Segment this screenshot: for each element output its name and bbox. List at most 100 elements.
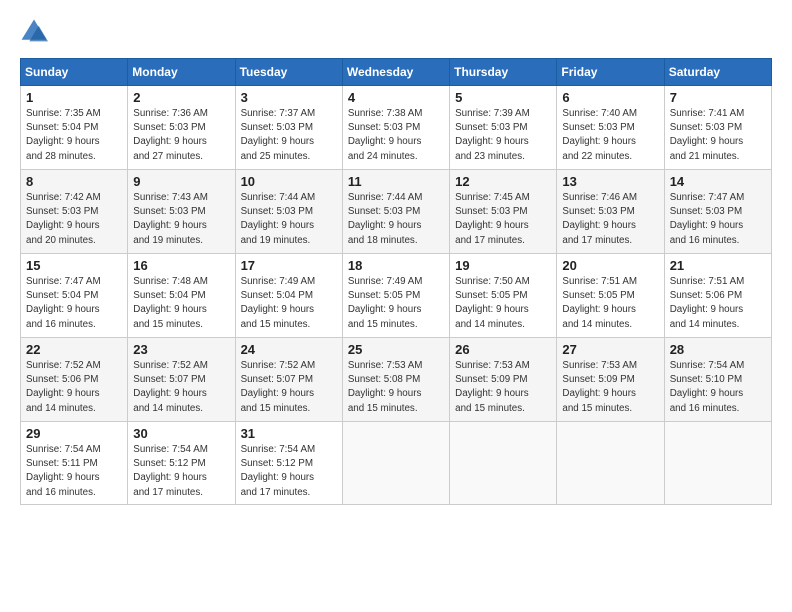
day-info: Sunrise: 7:54 AM Sunset: 5:11 PM Dayligh… — [26, 443, 122, 500]
calendar-week-row: 22Sunrise: 7:52 AM Sunset: 5:06 PM Dayli… — [21, 338, 772, 422]
day-number: 29 — [26, 426, 122, 441]
day-info: Sunrise: 7:36 AM Sunset: 5:03 PM Dayligh… — [133, 107, 229, 164]
day-info: Sunrise: 7:49 AM Sunset: 5:05 PM Dayligh… — [348, 275, 444, 332]
table-row: 7 Sunrise: 7:41 AM Sunset: 5:03 PM Daylig… — [664, 86, 771, 170]
day-number: 25 — [348, 342, 444, 357]
calendar-body: 1 Sunrise: 7:35 AM Sunset: 5:04 PM Daylig… — [21, 86, 772, 505]
day-number: 15 — [26, 258, 122, 273]
table-row: 23 Sunrise: 7:52 AM Sunset: 5:07 PM Dayli… — [128, 338, 235, 422]
day-number: 9 — [133, 174, 229, 189]
day-info: Sunrise: 7:52 AM Sunset: 5:07 PM Dayligh… — [133, 359, 229, 416]
table-row: 11 Sunrise: 7:44 AM Sunset: 5:03 PM Dayli… — [342, 170, 449, 254]
table-row — [342, 422, 449, 505]
day-info: Sunrise: 7:35 AM Sunset: 5:04 PM Dayligh… — [26, 107, 122, 164]
day-number: 1 — [26, 90, 122, 105]
day-info: Sunrise: 7:54 AM Sunset: 5:12 PM Dayligh… — [241, 443, 337, 500]
day-info: Sunrise: 7:47 AM Sunset: 5:04 PM Dayligh… — [26, 275, 122, 332]
table-row: 16Sunrise: 7:48 AM Sunset: 5:04 PM Dayli… — [128, 254, 235, 338]
day-number: 3 — [241, 90, 337, 105]
day-info: Sunrise: 7:53 AM Sunset: 5:08 PM Dayligh… — [348, 359, 444, 416]
day-number: 19 — [455, 258, 551, 273]
calendar-week-row: 8Sunrise: 7:42 AM Sunset: 5:03 PM Daylig… — [21, 170, 772, 254]
day-info: Sunrise: 7:52 AM Sunset: 5:07 PM Dayligh… — [241, 359, 337, 416]
calendar-week-row: 29 Sunrise: 7:54 AM Sunset: 5:11 PM Dayli… — [21, 422, 772, 505]
header-wednesday: Wednesday — [342, 59, 449, 86]
table-row: 22Sunrise: 7:52 AM Sunset: 5:06 PM Dayli… — [21, 338, 128, 422]
table-row: 24 Sunrise: 7:52 AM Sunset: 5:07 PM Dayli… — [235, 338, 342, 422]
day-info: Sunrise: 7:46 AM Sunset: 5:03 PM Dayligh… — [562, 191, 658, 248]
table-row: 10Sunrise: 7:44 AM Sunset: 5:03 PM Dayli… — [235, 170, 342, 254]
day-info: Sunrise: 7:38 AM Sunset: 5:03 PM Dayligh… — [348, 107, 444, 164]
calendar-week-row: 15 Sunrise: 7:47 AM Sunset: 5:04 PM Dayli… — [21, 254, 772, 338]
day-number: 18 — [348, 258, 444, 273]
table-row: 15 Sunrise: 7:47 AM Sunset: 5:04 PM Dayli… — [21, 254, 128, 338]
table-row — [450, 422, 557, 505]
table-row: 17 Sunrise: 7:49 AM Sunset: 5:04 PM Dayli… — [235, 254, 342, 338]
header — [20, 18, 772, 46]
table-row: 20Sunrise: 7:51 AM Sunset: 5:05 PM Dayli… — [557, 254, 664, 338]
table-row: 8Sunrise: 7:42 AM Sunset: 5:03 PM Daylig… — [21, 170, 128, 254]
day-info: Sunrise: 7:45 AM Sunset: 5:03 PM Dayligh… — [455, 191, 551, 248]
table-row: 14 Sunrise: 7:47 AM Sunset: 5:03 PM Dayli… — [664, 170, 771, 254]
day-info: Sunrise: 7:53 AM Sunset: 5:09 PM Dayligh… — [455, 359, 551, 416]
table-row: 2 Sunrise: 7:36 AM Sunset: 5:03 PM Daylig… — [128, 86, 235, 170]
day-number: 23 — [133, 342, 229, 357]
day-info: Sunrise: 7:49 AM Sunset: 5:04 PM Dayligh… — [241, 275, 337, 332]
table-row: 12 Sunrise: 7:45 AM Sunset: 5:03 PM Dayli… — [450, 170, 557, 254]
day-number: 28 — [670, 342, 766, 357]
page: Sunday Monday Tuesday Wednesday Thursday… — [0, 0, 792, 517]
day-number: 10 — [241, 174, 337, 189]
calendar-week-row: 1 Sunrise: 7:35 AM Sunset: 5:04 PM Daylig… — [21, 86, 772, 170]
day-info: Sunrise: 7:52 AM Sunset: 5:06 PM Dayligh… — [26, 359, 122, 416]
day-number: 12 — [455, 174, 551, 189]
table-row: 6 Sunrise: 7:40 AM Sunset: 5:03 PM Daylig… — [557, 86, 664, 170]
table-row: 31 Sunrise: 7:54 AM Sunset: 5:12 PM Dayli… — [235, 422, 342, 505]
day-info: Sunrise: 7:37 AM Sunset: 5:03 PM Dayligh… — [241, 107, 337, 164]
header-tuesday: Tuesday — [235, 59, 342, 86]
day-number: 26 — [455, 342, 551, 357]
day-number: 5 — [455, 90, 551, 105]
logo — [20, 18, 50, 46]
day-number: 11 — [348, 174, 444, 189]
day-info: Sunrise: 7:43 AM Sunset: 5:03 PM Dayligh… — [133, 191, 229, 248]
day-number: 2 — [133, 90, 229, 105]
table-row — [557, 422, 664, 505]
day-number: 24 — [241, 342, 337, 357]
table-row: 19Sunrise: 7:50 AM Sunset: 5:05 PM Dayli… — [450, 254, 557, 338]
day-number: 14 — [670, 174, 766, 189]
table-row: 30Sunrise: 7:54 AM Sunset: 5:12 PM Dayli… — [128, 422, 235, 505]
table-row: 25 Sunrise: 7:53 AM Sunset: 5:08 PM Dayli… — [342, 338, 449, 422]
day-headers-row: Sunday Monday Tuesday Wednesday Thursday… — [21, 59, 772, 86]
day-info: Sunrise: 7:53 AM Sunset: 5:09 PM Dayligh… — [562, 359, 658, 416]
day-number: 6 — [562, 90, 658, 105]
header-monday: Monday — [128, 59, 235, 86]
day-number: 20 — [562, 258, 658, 273]
day-number: 27 — [562, 342, 658, 357]
day-number: 13 — [562, 174, 658, 189]
calendar-table: Sunday Monday Tuesday Wednesday Thursday… — [20, 58, 772, 505]
table-row: 5 Sunrise: 7:39 AM Sunset: 5:03 PM Daylig… — [450, 86, 557, 170]
header-friday: Friday — [557, 59, 664, 86]
table-row: 29 Sunrise: 7:54 AM Sunset: 5:11 PM Dayli… — [21, 422, 128, 505]
day-number: 31 — [241, 426, 337, 441]
day-info: Sunrise: 7:41 AM Sunset: 5:03 PM Dayligh… — [670, 107, 766, 164]
day-info: Sunrise: 7:51 AM Sunset: 5:06 PM Dayligh… — [670, 275, 766, 332]
table-row: 13 Sunrise: 7:46 AM Sunset: 5:03 PM Dayli… — [557, 170, 664, 254]
logo-icon — [20, 18, 48, 46]
calendar-header: Sunday Monday Tuesday Wednesday Thursday… — [21, 59, 772, 86]
day-info: Sunrise: 7:54 AM Sunset: 5:10 PM Dayligh… — [670, 359, 766, 416]
table-row: 4 Sunrise: 7:38 AM Sunset: 5:03 PM Daylig… — [342, 86, 449, 170]
day-number: 21 — [670, 258, 766, 273]
table-row: 18 Sunrise: 7:49 AM Sunset: 5:05 PM Dayli… — [342, 254, 449, 338]
day-info: Sunrise: 7:47 AM Sunset: 5:03 PM Dayligh… — [670, 191, 766, 248]
day-number: 17 — [241, 258, 337, 273]
table-row: 3 Sunrise: 7:37 AM Sunset: 5:03 PM Daylig… — [235, 86, 342, 170]
day-info: Sunrise: 7:44 AM Sunset: 5:03 PM Dayligh… — [348, 191, 444, 248]
header-thursday: Thursday — [450, 59, 557, 86]
day-info: Sunrise: 7:48 AM Sunset: 5:04 PM Dayligh… — [133, 275, 229, 332]
day-number: 4 — [348, 90, 444, 105]
day-info: Sunrise: 7:39 AM Sunset: 5:03 PM Dayligh… — [455, 107, 551, 164]
day-number: 7 — [670, 90, 766, 105]
day-info: Sunrise: 7:40 AM Sunset: 5:03 PM Dayligh… — [562, 107, 658, 164]
day-number: 30 — [133, 426, 229, 441]
